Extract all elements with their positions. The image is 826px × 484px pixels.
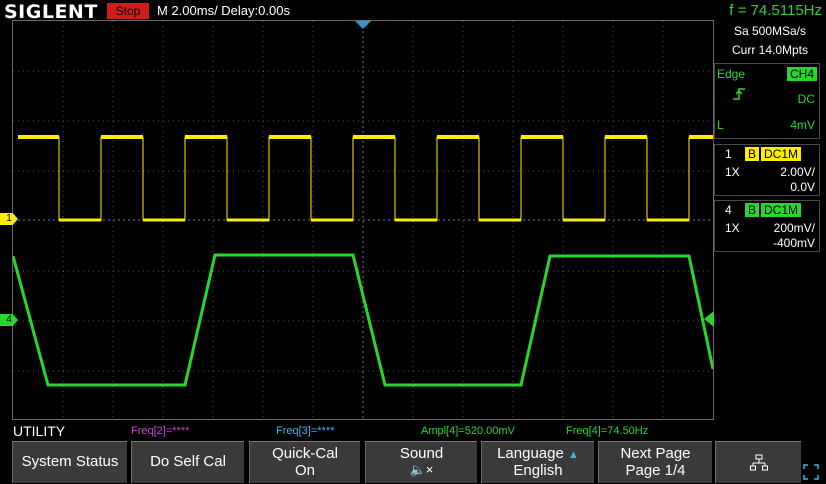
run-state-badge[interactable]: Stop [107,3,149,19]
trigger-source: CH4 [786,67,817,81]
trigger-type: Edge [717,67,746,81]
waveform-display[interactable] [12,20,714,420]
ch1-waveform [18,136,713,221]
trigger-level-marker[interactable] [704,311,714,327]
system-status-button[interactable]: System Status [12,441,127,483]
timebase-readout[interactable]: M 2.00ms/ Delay:0.00s [157,3,290,18]
ch4-bw-limit: B [745,203,760,217]
network-icon [749,454,768,471]
trigger-level-label: L [717,118,724,132]
frequency-counter: f = 74.5115Hz [729,2,822,19]
ch4-number: 4 [725,203,732,217]
ch1-bw-limit: B [745,147,760,161]
ch1-number: 1 [725,147,732,161]
next-page-button[interactable]: Next Page Page 1/4 [598,441,712,483]
language-button[interactable]: Language ▲ English [481,441,594,483]
ch4-probe: 1X [725,221,740,235]
rising-edge-icon [733,88,745,100]
measurement-freq-4: Freq[4]=74.50Hz [566,425,649,437]
ch4-coupling: DC1M [761,203,802,217]
ch1-offset: 0.0V [790,180,815,194]
arrow-up-icon: ▲ [568,449,579,461]
measurement-freq-3: Freq[3]=**** [276,425,335,437]
network-button[interactable] [715,441,801,483]
trigger-level: 4mV [790,118,815,132]
trigger-panel[interactable]: Edge CH4 DC L 4mV [714,63,820,139]
measurement-ampl-4: Ampl[4]=520.00mV [421,425,515,437]
ch4-scale: 200mV/ [773,221,815,235]
quick-cal-button[interactable]: Quick-Cal On [249,441,360,483]
speaker-muted-icon: 🔈× [409,462,434,477]
ch4-offset: -400mV [772,236,815,250]
menu-title: UTILITY [13,423,66,439]
ch1-scale: 2.00V/ [780,165,815,179]
fullscreen-icon[interactable] [803,464,819,480]
ch4-waveform [13,253,713,387]
measurement-freq-2: Freq[2]=**** [131,425,190,437]
do-self-cal-button[interactable]: Do Self Cal [131,441,244,483]
sound-button[interactable]: Sound 🔈× [365,441,477,483]
trigger-coupling: DC [797,92,815,106]
ch1-probe: 1X [725,165,740,179]
memory-depth: Curr 14.0Mpts [731,43,809,57]
sample-rate: Sa 500MSa/s [733,24,807,38]
ch4-info-panel[interactable]: 4 B DC1M 1X 200mV/ -400mV [714,200,820,252]
ch1-coupling: DC1M [761,147,802,161]
ch1-info-panel[interactable]: 1 B DC1M 1X 2.00V/ 0.0V [714,144,820,196]
graticule [13,21,713,419]
